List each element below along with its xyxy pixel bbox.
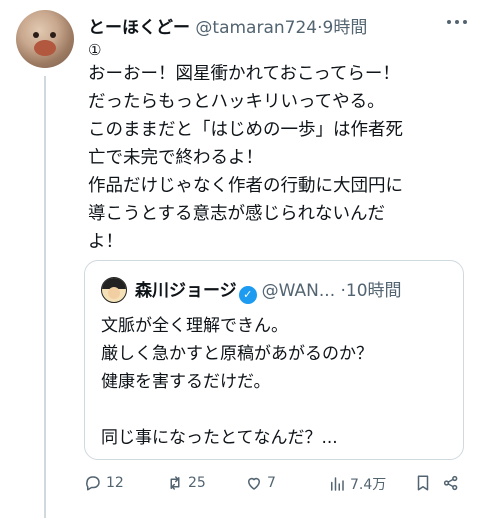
reply-button[interactable]: 12 [84,474,124,492]
avatar-eye [33,32,39,38]
tweet-line: だったらもっとハッキリいってやる。 [88,92,385,112]
quote-header: 森川ジョージ ✓ @WAN... ·10時間 [135,276,402,304]
retweet-count: 25 [188,475,206,491]
quote-avatar-face [108,287,120,299]
thread-marker: ① [88,41,102,59]
tweet-text: おーおー！図星衝かれておこってらー！ だったらもっとハッキリいってやる。 このま… [88,60,468,256]
quote-text: 文脈が全く理解できん。 厳しく急かすと原稿があがるのか？ 健康を害するだけだ。 … [101,312,373,452]
author-handle[interactable]: @tamaran724 [195,18,317,38]
quote-avatar[interactable] [101,277,127,303]
quote-line: 文脈が全く理解できん。 [101,316,288,336]
tweet-header: とーほくどー @tamaran724·9時間 [88,13,367,38]
tweet-line: 亡で未完で終わるよ！ [88,148,263,168]
verified-badge-icon: ✓ [238,286,257,304]
views-icon [331,477,344,491]
quote-line [101,396,373,424]
tweet-line: 導こうとする意志が感じられないんだ [88,204,385,224]
reply-count: 12 [106,475,124,491]
author-avatar[interactable] [16,10,74,68]
like-icon [248,477,260,490]
share-icon [443,475,458,491]
action-bar: 12 25 7 7.4万 [84,474,464,498]
quote-line: 厳しく急かすと原稿があがるのか？ [101,344,373,364]
share-button[interactable] [442,474,460,492]
avatar-eye [50,32,56,38]
tweet-line: 作品だけじゃなく作者の行動に大団円に [88,176,403,196]
more-icon[interactable] [447,20,467,26]
bookmark-icon [417,475,429,491]
tweet-line: おーおー！図星衝かれておこってらー！ [88,64,400,84]
quote-time: 10時間 [345,281,402,301]
tweet-line: このままだと「はじめの一歩」は作者死 [88,120,403,140]
quoted-tweet[interactable]: 森川ジョージ ✓ @WAN... ·10時間 文脈が全く理解できん。 厳しく急かすと… [84,260,464,460]
author-name[interactable]: とーほくどー [88,18,190,38]
retweet-icon [170,476,180,490]
avatar-snout [34,40,56,56]
quote-line: 健康を害するだけだ。 [101,372,271,392]
quote-line: 同じ事になったとてなんだ？... [101,428,338,448]
tweet-time[interactable]: 9時間 [323,18,368,38]
bookmark-button[interactable] [414,474,432,492]
reply-icon [86,476,100,491]
quote-author-name: 森川ジョージ [135,281,237,301]
retweet-button[interactable]: 25 [166,474,206,492]
thread-line [44,76,46,518]
quote-author-handle: @WAN... [261,281,336,301]
views-button[interactable]: 7.4万 [328,474,386,494]
like-button[interactable]: 7 [245,474,276,492]
tweet-line: よ！ [88,232,123,252]
views-count: 7.4万 [350,477,387,493]
like-count: 7 [267,475,276,491]
